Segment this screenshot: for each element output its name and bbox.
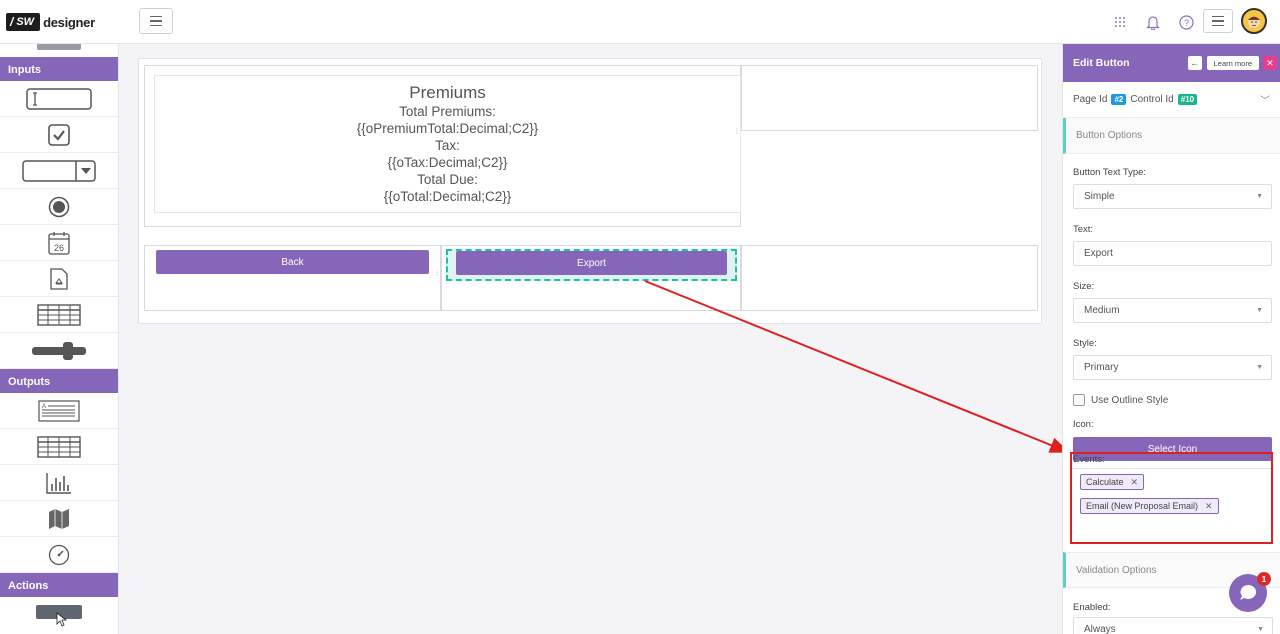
remove-icon[interactable]: ✕ — [1131, 477, 1139, 488]
button-options-header[interactable]: Button Options — [1063, 118, 1280, 154]
text-type-select[interactable]: Simple ▼ — [1073, 184, 1272, 209]
panel-header: Edit Button ← Learn more ✕ — [1063, 44, 1280, 82]
chevron-down-icon[interactable]: ﹀ — [1260, 92, 1270, 107]
page-id-badge: #2 — [1111, 94, 1127, 105]
text-input[interactable]: Export — [1073, 241, 1272, 266]
learn-more-button[interactable]: Learn more — [1206, 56, 1259, 70]
text-type-value: Simple — [1084, 191, 1115, 202]
control-id-badge: #10 — [1177, 94, 1198, 105]
enabled-select[interactable]: Always ▼ — [1073, 617, 1273, 634]
checkbox-box[interactable] — [1073, 394, 1085, 406]
page-id-label: Page Id — [1073, 94, 1108, 105]
caret-down-icon: ▼ — [1256, 193, 1263, 200]
back-arrow-icon[interactable]: ← — [1187, 56, 1202, 70]
enabled-label: Enabled: — [1073, 602, 1111, 613]
caret-down-icon: ▼ — [1257, 626, 1264, 633]
icon-label: Icon: — [1073, 419, 1094, 430]
event-chip-email[interactable]: Email (New Proposal Email) ✕ — [1080, 498, 1219, 514]
text-label: Text: — [1073, 224, 1094, 235]
text-input-value: Export — [1084, 248, 1113, 259]
outline-style-checkbox[interactable]: Use Outline Style — [1063, 394, 1280, 406]
caret-down-icon: ▼ — [1256, 364, 1263, 371]
style-select[interactable]: Primary ▼ — [1073, 355, 1272, 380]
close-icon[interactable]: ✕ — [1263, 56, 1277, 70]
text-type-label: Button Text Type: — [1073, 167, 1147, 178]
chat-bubble-icon — [1240, 584, 1257, 600]
event-chip-label: Calculate — [1086, 477, 1124, 487]
outline-style-label: Use Outline Style — [1091, 394, 1169, 406]
panel-title: Edit Button — [1073, 57, 1130, 69]
chat-notification-badge: 1 — [1257, 572, 1271, 586]
events-label: Events: — [1073, 454, 1105, 465]
caret-down-icon: ▼ — [1256, 307, 1263, 314]
event-chip-label: Email (New Proposal Email) — [1086, 501, 1199, 511]
style-label: Style: — [1073, 338, 1097, 349]
enabled-value: Always — [1084, 624, 1116, 634]
remove-icon[interactable]: ✕ — [1205, 501, 1213, 512]
size-label: Size: — [1073, 281, 1095, 292]
event-chip-calculate[interactable]: Calculate ✕ — [1080, 474, 1145, 490]
properties-panel: Edit Button ← Learn more ✕ Page Id #2 Co… — [1062, 44, 1280, 634]
style-value: Primary — [1084, 362, 1119, 373]
page-control-id-row[interactable]: Page Id #2 Control Id #10 ﹀ — [1063, 82, 1280, 118]
size-value: Medium — [1084, 305, 1120, 316]
size-select[interactable]: Medium ▼ — [1073, 298, 1272, 323]
control-id-label: Control Id — [1130, 94, 1174, 105]
